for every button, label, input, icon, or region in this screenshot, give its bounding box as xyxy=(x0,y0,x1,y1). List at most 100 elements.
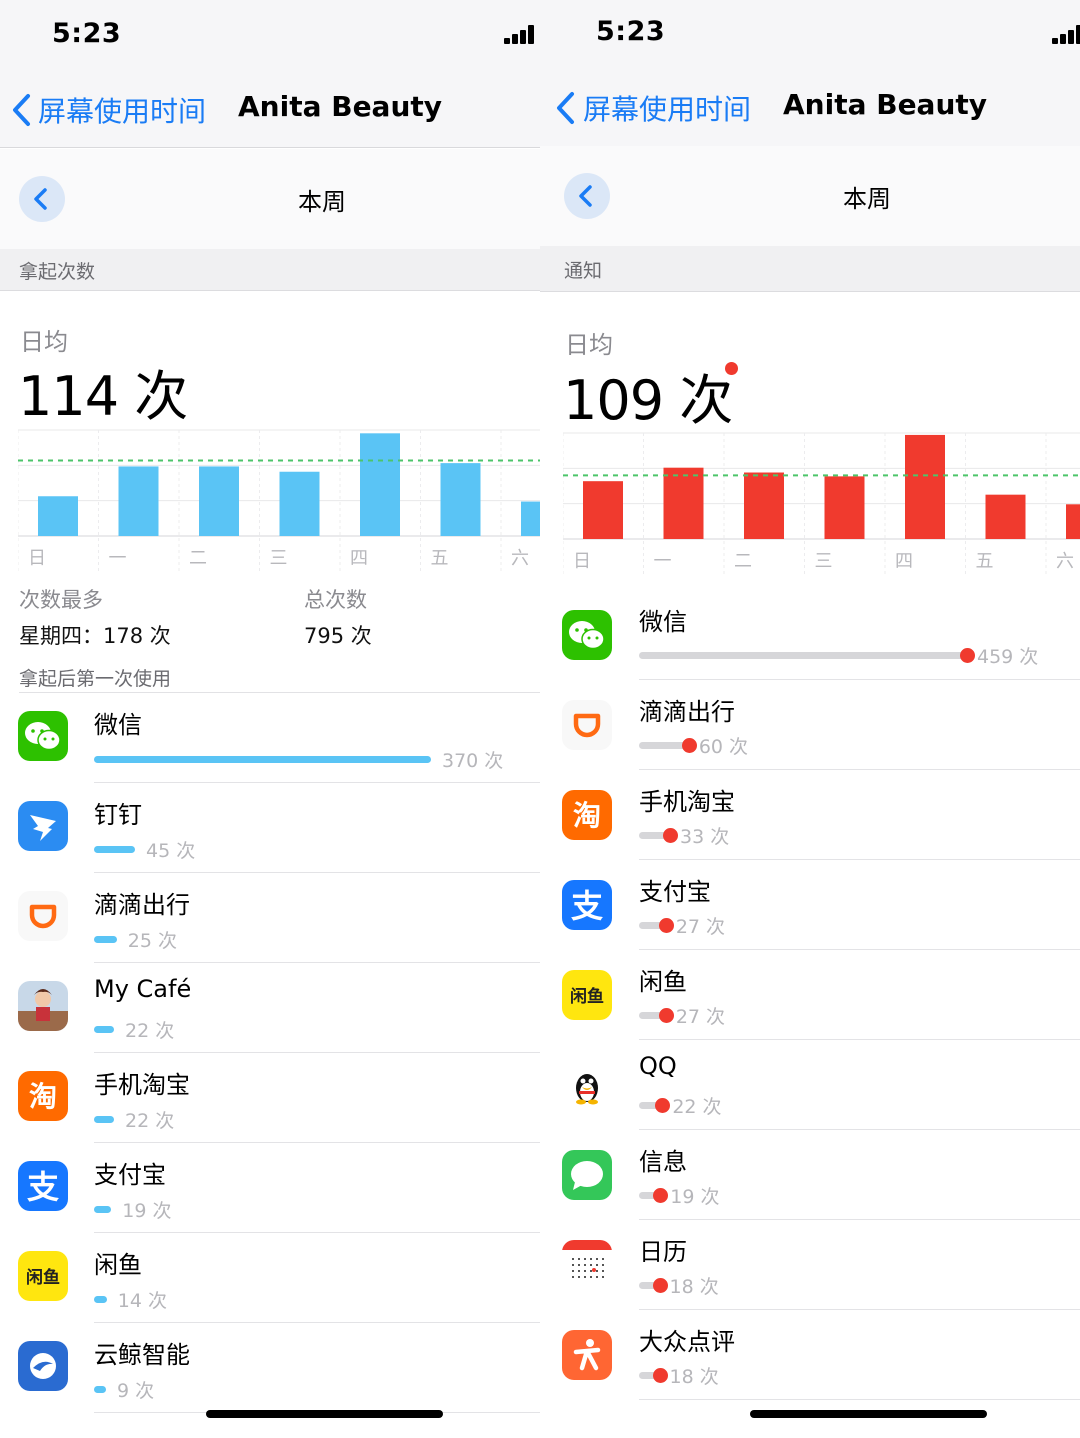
section-title: 拿起次数 xyxy=(19,261,96,283)
chart-bar-2[interactable] xyxy=(199,466,239,536)
week-selector: 本周 xyxy=(540,146,1080,246)
chevron-left-icon[interactable] xyxy=(552,88,578,128)
app-row[interactable]: 日历 18 次 xyxy=(540,1220,1080,1310)
chart-bar-0[interactable] xyxy=(583,481,623,539)
usage-count: 9 次 xyxy=(117,1380,155,1402)
app-row[interactable]: 钉钉 45 次 xyxy=(0,783,540,873)
app-name: 微信 xyxy=(639,608,687,636)
usage-bar xyxy=(94,1296,107,1303)
chart-bar-1[interactable] xyxy=(118,466,159,536)
mycafe-icon xyxy=(18,981,68,1031)
usage-count: 22 次 xyxy=(125,1020,175,1042)
home-indicator[interactable] xyxy=(206,1410,443,1418)
day-tick-label: 日 xyxy=(28,548,46,569)
chevron-left-icon xyxy=(579,185,592,207)
chart-bar-4[interactable] xyxy=(905,434,945,539)
total-pickups-value: 795 次 xyxy=(304,624,372,648)
app-name: 支付宝 xyxy=(639,878,711,906)
chart-bar-6[interactable] xyxy=(521,501,540,536)
day-tick-label: 六 xyxy=(511,548,529,569)
day-tick-label: 五 xyxy=(976,551,994,572)
usage-count: 370 次 xyxy=(442,750,504,772)
section-header: 拿起次数 xyxy=(0,249,540,291)
notification-dot xyxy=(681,738,697,753)
page-title: Anita Beauty xyxy=(783,88,988,121)
app-row[interactable]: 支 支付宝 27 次 xyxy=(540,860,1080,950)
usage-count: 14 次 xyxy=(117,1290,167,1312)
svg-text:闲鱼: 闲鱼 xyxy=(570,986,604,1007)
usage-count: 22 次 xyxy=(125,1110,175,1132)
previous-week-button[interactable] xyxy=(564,173,610,219)
app-row[interactable]: 支 支付宝 19 次 xyxy=(0,1143,540,1233)
svg-text:淘: 淘 xyxy=(573,799,601,832)
total-pickups-label: 总次数 xyxy=(304,588,367,612)
svg-text:闲鱼: 闲鱼 xyxy=(26,1267,60,1288)
app-name: 信息 xyxy=(639,1148,687,1176)
notification-count: 18 次 xyxy=(669,1366,719,1388)
app-row[interactable]: 云鲸智能 9 次 xyxy=(0,1323,540,1413)
chevron-left-icon[interactable] xyxy=(8,90,34,130)
notification-count: 33 次 xyxy=(680,826,730,848)
usage-bar xyxy=(94,1026,115,1033)
chart-bar-0[interactable] xyxy=(38,496,78,536)
app-row[interactable]: 大众点评 18 次 xyxy=(540,1310,1080,1400)
chart-bar-2[interactable] xyxy=(744,472,784,539)
notification-dot xyxy=(655,1098,671,1113)
app-row[interactable]: QQ 22 次 xyxy=(540,1040,1080,1130)
day-tick-label: 五 xyxy=(431,548,449,569)
app-name: 手机淘宝 xyxy=(94,1071,190,1099)
day-tick-label: 二 xyxy=(734,551,752,572)
chart-bar-6[interactable] xyxy=(1066,504,1080,539)
most-pickups-value: 星期四：178 次 xyxy=(19,624,171,648)
pickups-chart: 日一二三四五六 xyxy=(18,429,540,574)
notification-bar xyxy=(639,652,967,659)
notification-count: 22 次 xyxy=(672,1096,722,1118)
notification-dot xyxy=(658,918,674,933)
chart-bar-5[interactable] xyxy=(985,494,1026,539)
back-button[interactable]: 屏幕使用时间 xyxy=(583,88,751,128)
home-indicator[interactable] xyxy=(750,1410,987,1418)
app-row[interactable]: 滴滴出行 25 次 xyxy=(0,873,540,963)
nav-bar: 屏幕使用时间 Anita Beauty xyxy=(540,70,1080,148)
didi-icon xyxy=(562,700,612,750)
chart-bar-3[interactable] xyxy=(279,471,320,536)
status-bar: 5:23 xyxy=(540,0,1080,70)
chart-bar-4[interactable] xyxy=(360,433,400,536)
notification-count: 60 次 xyxy=(698,736,749,758)
app-row[interactable]: 微信 459 次 xyxy=(540,590,1080,680)
app-row[interactable]: 滴滴出行 60 次 xyxy=(540,680,1080,770)
app-name: 滴滴出行 xyxy=(94,891,190,919)
app-row[interactable]: My Café 22 次 xyxy=(0,963,540,1053)
most-pickups-stat: 次数最多 星期四：178 次 xyxy=(19,584,171,650)
row-divider xyxy=(639,1399,1080,1400)
back-button[interactable]: 屏幕使用时间 xyxy=(38,90,206,130)
app-row[interactable]: 微信 370 次 xyxy=(0,693,540,783)
app-name: 手机淘宝 xyxy=(639,788,735,816)
app-row[interactable]: 信息 19 次 xyxy=(540,1130,1080,1220)
alipay-icon: 支 xyxy=(562,880,612,930)
app-name: QQ xyxy=(639,1052,677,1080)
usage-bar xyxy=(94,756,431,763)
app-row[interactable]: 闲鱼 闲鱼 27 次 xyxy=(540,950,1080,1040)
taobao-icon: 淘 xyxy=(562,790,612,840)
signal-icon xyxy=(1052,24,1080,44)
usage-count: 19 次 xyxy=(122,1200,172,1222)
app-row[interactable]: 淘 手机淘宝 22 次 xyxy=(0,1053,540,1143)
day-tick-label: 四 xyxy=(895,551,913,572)
usage-count: 45 次 xyxy=(145,840,196,862)
app-name: 云鲸智能 xyxy=(94,1341,190,1369)
page-title: Anita Beauty xyxy=(238,90,443,123)
chart-bar-1[interactable] xyxy=(663,467,704,539)
right-screen: 5:23 屏幕使用时间 Anita Beauty 本周 通知 日均 109 次 … xyxy=(540,0,1080,1438)
status-time: 5:23 xyxy=(52,18,122,49)
section-header: 通知 xyxy=(540,246,1080,292)
notification-count: 459 次 xyxy=(977,646,1039,668)
previous-week-button[interactable] xyxy=(19,176,65,222)
usage-bar xyxy=(94,1116,115,1123)
most-pickups-label: 次数最多 xyxy=(19,588,103,612)
app-row[interactable]: 闲鱼 闲鱼 14 次 xyxy=(0,1233,540,1323)
app-row[interactable]: 淘 手机淘宝 33 次 xyxy=(540,770,1080,860)
chart-bar-5[interactable] xyxy=(440,463,481,536)
chart-bar-3[interactable] xyxy=(824,476,865,539)
daily-average-label: 日均 xyxy=(565,331,613,359)
